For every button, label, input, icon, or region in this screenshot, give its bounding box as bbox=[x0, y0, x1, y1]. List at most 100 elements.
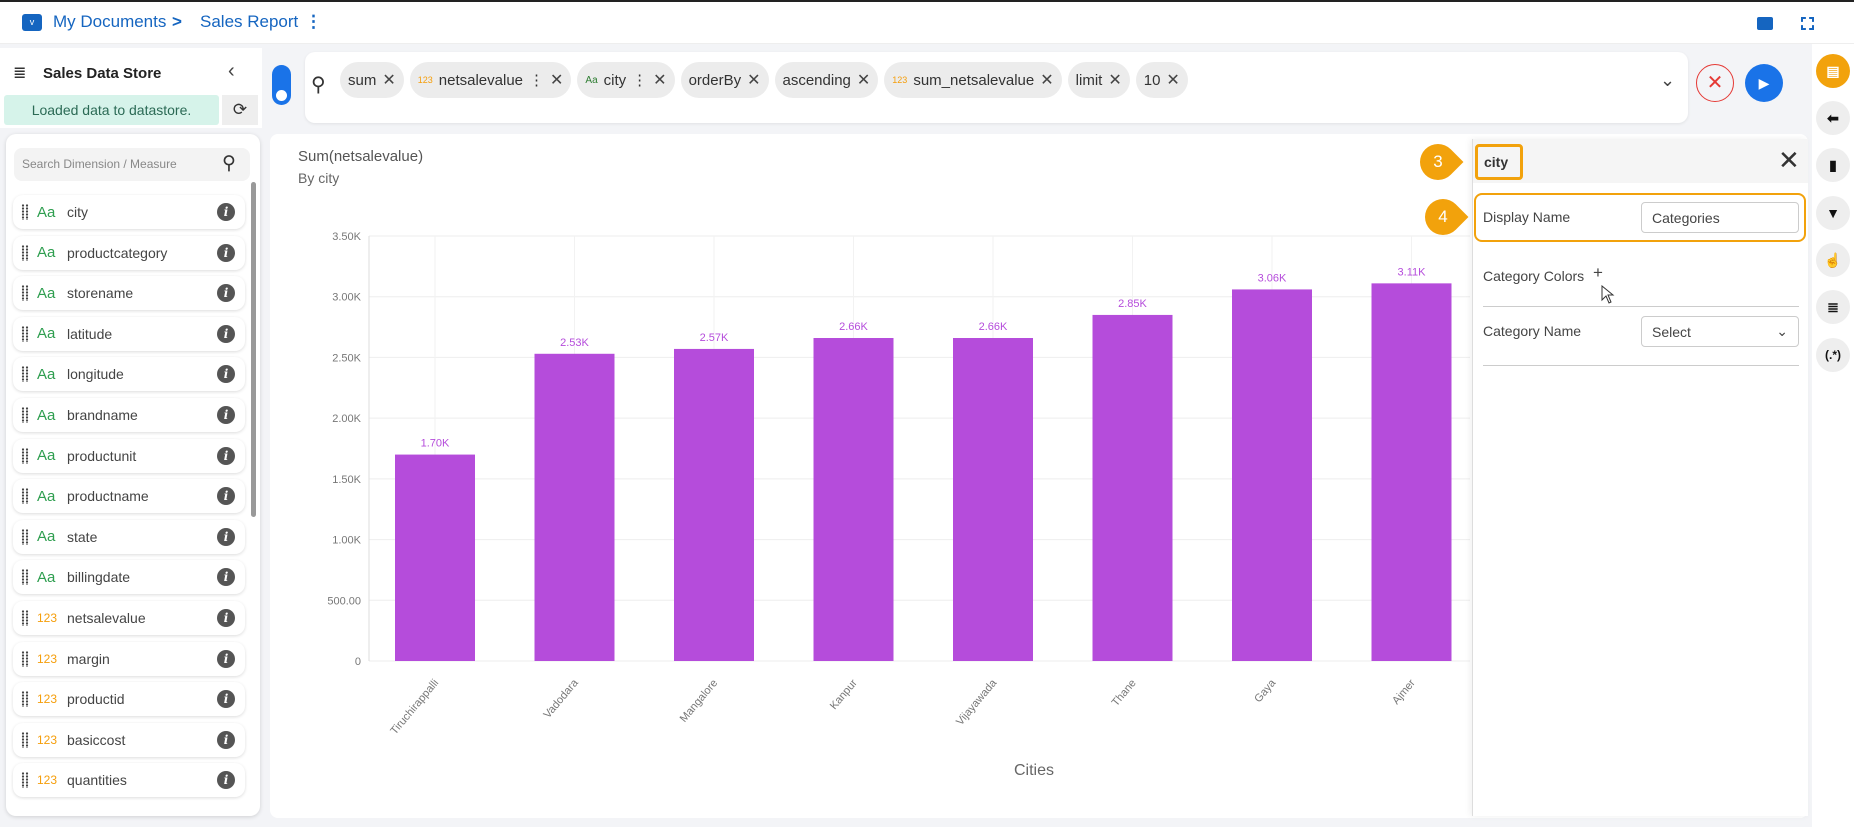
field-item-productunit[interactable]: Aa productunit i bbox=[13, 438, 245, 473]
field-item-billingdate[interactable]: Aa billingdate i bbox=[13, 560, 245, 595]
search-dimension-input[interactable]: Search Dimension / Measure ⚲ bbox=[14, 148, 250, 181]
remove-token-icon[interactable]: ✕ bbox=[1040, 70, 1053, 90]
more-options-icon[interactable]: ⋮ bbox=[305, 12, 322, 32]
comment-icon[interactable] bbox=[1757, 17, 1773, 30]
field-item-quantities[interactable]: 123 quantities i bbox=[13, 763, 245, 798]
remove-token-icon[interactable]: ✕ bbox=[1166, 70, 1179, 90]
query-token[interactable]: ascending ✕ bbox=[774, 62, 879, 98]
field-item-state[interactable]: Aa state i bbox=[13, 519, 245, 554]
remove-token-icon[interactable]: ✕ bbox=[653, 70, 666, 90]
drag-handle-icon[interactable] bbox=[21, 285, 29, 302]
remove-token-icon[interactable]: ✕ bbox=[550, 70, 563, 90]
drag-handle-icon[interactable] bbox=[21, 447, 29, 464]
info-icon[interactable]: i bbox=[217, 730, 235, 749]
field-item-latitude[interactable]: Aa latitude i bbox=[13, 316, 245, 351]
field-item-basiccost[interactable]: 123 basiccost i bbox=[13, 722, 245, 757]
breadcrumb-sales-report[interactable]: Sales Report bbox=[200, 12, 298, 32]
category-name-select[interactable]: Select ⌄ bbox=[1641, 316, 1799, 347]
info-icon[interactable]: i bbox=[217, 243, 235, 262]
info-icon[interactable]: i bbox=[217, 487, 235, 506]
remove-token-icon[interactable]: ✕ bbox=[1108, 70, 1121, 90]
info-icon[interactable]: i bbox=[217, 446, 235, 465]
dimension-sidebar: Search Dimension / Measure ⚲ Aa city i Aa pr… bbox=[6, 134, 260, 816]
field-item-productid[interactable]: 123 productid i bbox=[13, 682, 245, 717]
remove-token-icon[interactable]: ✕ bbox=[747, 70, 760, 90]
drag-handle-icon[interactable] bbox=[21, 650, 29, 667]
type-icon: Aa bbox=[37, 568, 56, 586]
drag-handle-icon[interactable] bbox=[21, 569, 29, 586]
field-item-productname[interactable]: Aa productname i bbox=[13, 479, 245, 514]
scrollbar[interactable] bbox=[251, 182, 256, 517]
field-item-margin[interactable]: 123 margin i bbox=[13, 641, 245, 676]
token-menu-icon[interactable]: ⋮ bbox=[632, 71, 647, 89]
database-icon[interactable]: ≣ bbox=[1816, 290, 1850, 324]
fullscreen-icon[interactable] bbox=[1801, 17, 1814, 30]
info-icon[interactable]: i bbox=[217, 406, 235, 424]
field-item-city[interactable]: Aa city i bbox=[13, 195, 245, 229]
field-item-storename[interactable]: Aa storename i bbox=[13, 276, 245, 311]
drag-handle-icon[interactable] bbox=[21, 691, 29, 708]
info-icon[interactable]: i bbox=[217, 609, 235, 627]
drag-handle-icon[interactable] bbox=[21, 772, 29, 789]
pointer-icon[interactable]: ☝ bbox=[1816, 243, 1850, 277]
back-icon[interactable]: ⬅ bbox=[1816, 101, 1850, 135]
filter-icon[interactable]: ▼ bbox=[1816, 196, 1850, 230]
info-icon[interactable]: i bbox=[217, 284, 235, 303]
datastore-title: Sales Data Store bbox=[43, 65, 162, 82]
x-tick-label: Ajmer bbox=[1390, 677, 1418, 707]
field-item-longitude[interactable]: Aa longitude i bbox=[13, 357, 245, 392]
properties-icon[interactable]: ▤ bbox=[1816, 54, 1850, 88]
drag-handle-icon[interactable] bbox=[21, 244, 29, 261]
field-item-brandname[interactable]: Aa brandname i bbox=[13, 398, 245, 432]
field-item-netsalevalue[interactable]: 123 netsalevalue i bbox=[13, 601, 245, 635]
info-icon[interactable]: i bbox=[217, 690, 235, 709]
display-name-label: Display Name bbox=[1483, 209, 1571, 225]
chevron-down-icon[interactable]: ⌄ bbox=[1660, 70, 1675, 91]
query-token[interactable]: 123 netsalevalue ⋮ ✕ bbox=[409, 62, 572, 98]
drag-handle-icon[interactable] bbox=[21, 488, 29, 505]
clear-query-button[interactable]: ✕ bbox=[1696, 64, 1734, 102]
query-token[interactable]: orderBy ✕ bbox=[680, 62, 769, 98]
remove-token-icon[interactable]: ✕ bbox=[382, 70, 395, 90]
info-icon[interactable]: i bbox=[217, 365, 235, 384]
info-icon[interactable]: i bbox=[217, 649, 235, 668]
drag-handle-icon[interactable] bbox=[21, 204, 29, 220]
y-tick-label: 0 bbox=[355, 656, 361, 668]
query-token[interactable]: 123 sum_netsalevalue ✕ bbox=[884, 62, 1062, 98]
drag-handle-icon[interactable] bbox=[21, 731, 29, 748]
info-icon[interactable]: i bbox=[217, 771, 235, 790]
add-color-button[interactable]: + bbox=[1593, 263, 1603, 283]
drag-handle-icon[interactable] bbox=[21, 528, 29, 545]
regex-icon[interactable]: (.*) bbox=[1816, 338, 1850, 372]
refresh-button[interactable]: ⟳ bbox=[222, 95, 258, 125]
info-icon[interactable]: i bbox=[217, 568, 235, 587]
query-token[interactable]: sum ✕ bbox=[340, 62, 404, 98]
info-icon[interactable]: i bbox=[217, 324, 235, 343]
run-query-button[interactable]: ▶ bbox=[1745, 64, 1783, 102]
y-tick-label: 2.00K bbox=[332, 413, 361, 425]
close-icon[interactable]: ✕ bbox=[1778, 145, 1800, 176]
query-token[interactable]: Aa city ⋮ ✕ bbox=[577, 62, 675, 98]
properties-header bbox=[1473, 139, 1808, 183]
drag-handle-icon[interactable] bbox=[21, 366, 29, 383]
query-toggle[interactable] bbox=[272, 65, 291, 105]
query-token[interactable]: limit ✕ bbox=[1067, 62, 1130, 98]
remove-token-icon[interactable]: ✕ bbox=[857, 70, 870, 90]
drag-handle-icon[interactable] bbox=[21, 325, 29, 342]
collapse-icon[interactable]: ‹ bbox=[228, 60, 235, 83]
breadcrumb-my-documents[interactable]: My Documents bbox=[53, 12, 166, 32]
query-token[interactable]: 10 ✕ bbox=[1135, 62, 1188, 98]
query-bar[interactable]: ⚲ sum ✕ 123 netsalevalue ⋮ ✕ Aa city ⋮ ✕ orderBy ✕ a… bbox=[305, 52, 1688, 123]
field-label: longitude bbox=[67, 366, 124, 383]
token-label: sum bbox=[348, 71, 377, 89]
token-label: ascending bbox=[782, 71, 851, 89]
bar-chart-icon[interactable]: ▮ bbox=[1816, 148, 1850, 182]
drag-handle-icon[interactable] bbox=[21, 610, 29, 626]
mouse-cursor-icon bbox=[1601, 285, 1615, 304]
info-icon[interactable]: i bbox=[217, 203, 235, 221]
drag-handle-icon[interactable] bbox=[21, 407, 29, 423]
display-name-input[interactable]: Categories bbox=[1641, 202, 1799, 233]
token-menu-icon[interactable]: ⋮ bbox=[529, 71, 544, 89]
field-item-productcategory[interactable]: Aa productcategory i bbox=[13, 235, 245, 270]
info-icon[interactable]: i bbox=[217, 527, 235, 546]
